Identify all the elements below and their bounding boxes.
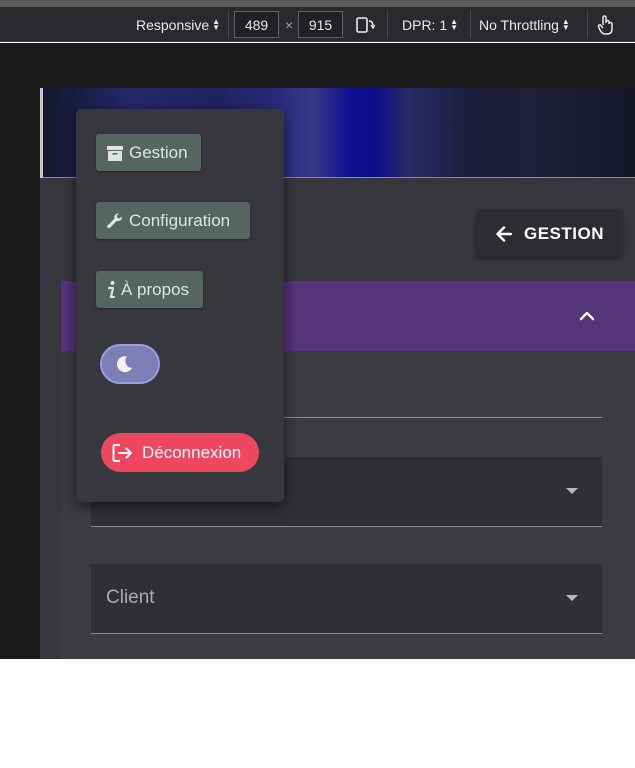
devtools-device-toolbar: Responsive ▲ ▼ 489 × 915 DPR: 1 ▲ ▼ No Thr… [0,7,635,42]
wrench-icon [107,212,123,228]
window-top-strip [0,0,635,7]
logout-label: Déconnexion [142,442,242,462]
user-menu: Gestion Configuration À propos Déconnexi… [76,109,284,502]
client-select-label: Client [106,587,155,608]
menu-item-label: Gestion [129,142,188,162]
divider [387,11,388,38]
height-input[interactable]: 915 [298,11,343,38]
menu-item-configuration[interactable]: Configuration [96,202,250,239]
dpr-select[interactable]: DPR: 1 ▲ ▼ [402,7,459,42]
divider [228,11,229,38]
caret-down-icon [566,488,578,494]
banner-edge [40,88,43,178]
chevron-up-icon[interactable] [578,307,596,325]
menu-item-a-propos[interactable]: À propos [96,271,203,308]
updown-arrows-icon: ▲ ▼ [450,16,459,32]
device-select-label: Responsive [136,16,210,33]
updown-arrows-icon: ▲ ▼ [561,16,570,32]
archive-box-icon [107,145,123,161]
device-select[interactable]: Responsive ▲ ▼ [136,7,221,42]
rotate-device-icon[interactable] [355,7,375,42]
info-icon [107,280,116,298]
theme-toggle[interactable] [100,344,160,384]
menu-item-label: Configuration [129,210,231,230]
arrow-left-icon [496,225,513,242]
menu-item-label: À propos [121,279,190,299]
logout-button[interactable]: Déconnexion [101,433,259,472]
dimension-times: × [285,16,294,33]
back-button-label: GESTION [524,223,605,243]
touch-hand-icon[interactable] [597,7,615,42]
logout-icon [112,443,132,462]
caret-down-icon [566,595,578,601]
back-to-gestion-button[interactable]: GESTION [476,210,622,257]
divider [470,11,471,38]
dpr-label: DPR: 1 [402,16,448,33]
client-select[interactable]: Client [91,564,602,634]
updown-arrows-icon: ▲ ▼ [212,16,221,32]
moon-icon [116,356,132,373]
throttling-select[interactable]: No Throttling ▲ ▼ [479,7,570,42]
throttling-label: No Throttling [479,16,559,33]
divider [587,11,588,38]
menu-item-gestion[interactable]: Gestion [96,134,201,171]
page-below-viewport [0,659,635,768]
width-input[interactable]: 489 [234,11,279,38]
